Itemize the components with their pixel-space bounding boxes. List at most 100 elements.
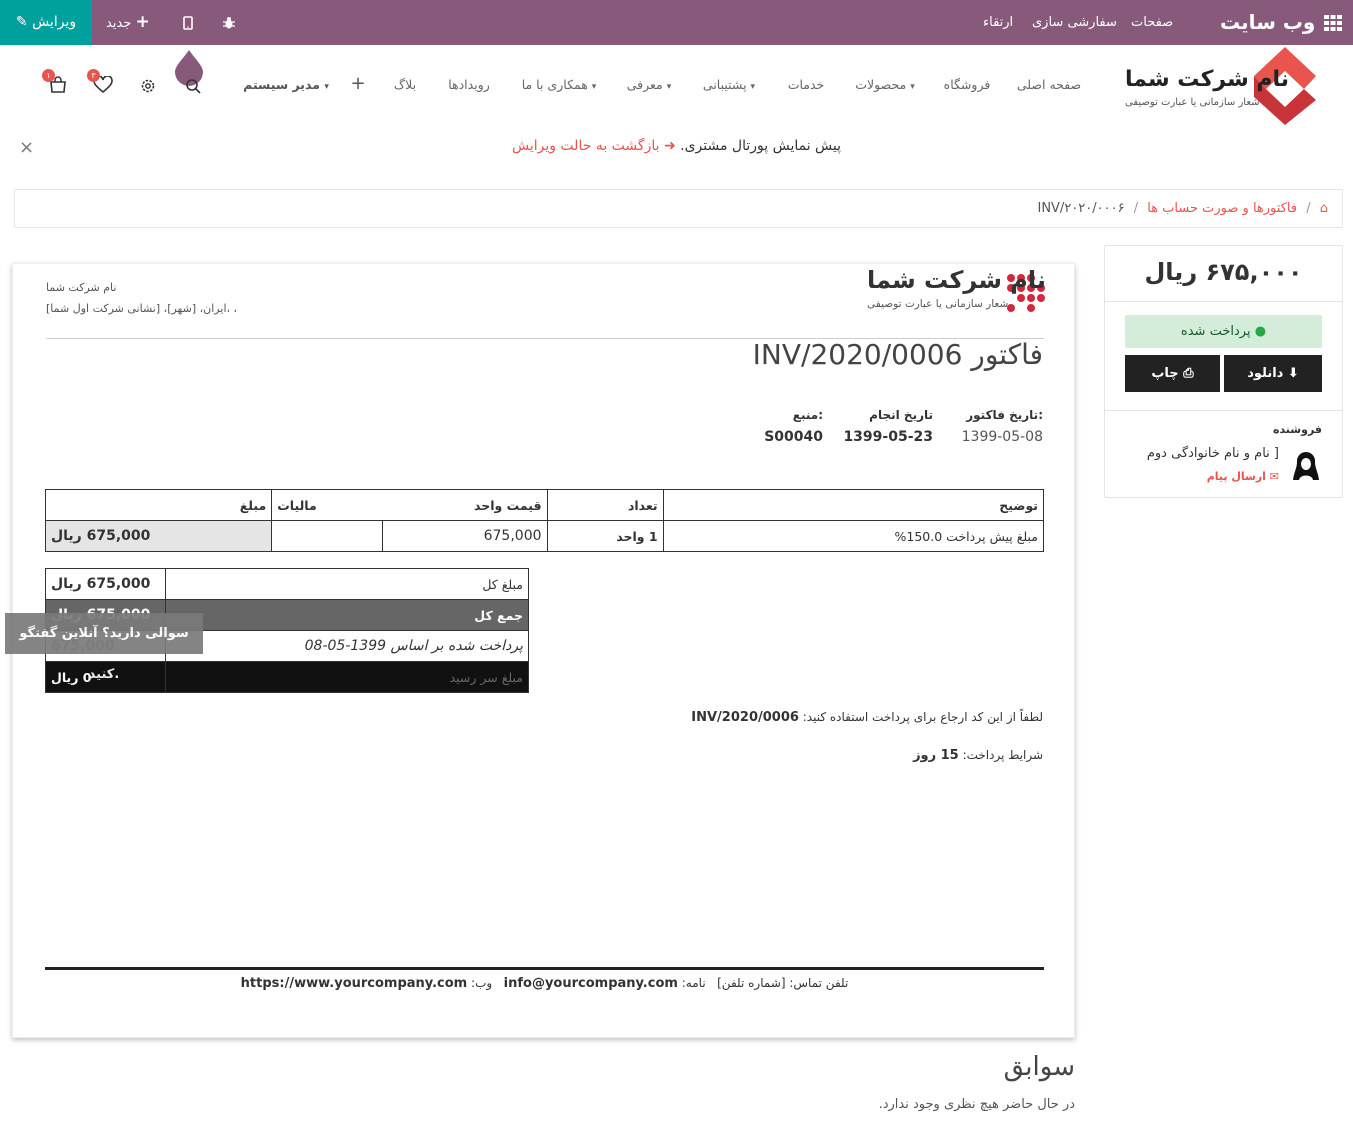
gear-icon[interactable] — [139, 77, 157, 99]
line-unit-price: 675,000 — [382, 520, 548, 552]
address-company: نام شرکت شما — [46, 281, 117, 294]
footer-web-label: وب: — [471, 976, 493, 990]
table-row: مبلغ پیش پرداخت 150.0% 1 واحد 675,000 67… — [44, 520, 1045, 552]
status-text: پرداخت شده — [1180, 324, 1251, 339]
send-message-link[interactable]: ✉ ارسال پیام — [1207, 470, 1279, 483]
caret-down-icon: ▾ — [591, 82, 597, 92]
portal-preview-banner: پیش نمایش پورتال مشتری. ➜ بازگشت به حالت… — [0, 138, 1353, 162]
user-menu[interactable]: مدیر سیستم ▾ — [243, 77, 329, 92]
search-icon[interactable] — [174, 50, 206, 100]
new-button[interactable]: جدید + — [106, 0, 150, 45]
nav-products-label: محصولات — [855, 77, 907, 92]
preview-text: پیش نمایش پورتال مشتری. — [680, 138, 842, 154]
website-title[interactable]: وب سایت — [1220, 0, 1315, 45]
line-amount: 675,000 ریال — [44, 520, 273, 552]
nav-support-label: پشتیبانی — [702, 77, 747, 92]
download-label: دانلود — [1247, 366, 1284, 381]
edit-label: ویرایش — [32, 14, 77, 30]
comments-icon: ✉ — [1269, 470, 1279, 483]
add-menu-plus-icon[interactable]: + — [350, 73, 365, 94]
avatar — [1291, 450, 1321, 486]
nav-services[interactable]: خدمات — [788, 77, 825, 92]
footer-phone: تلفن تماس: [شماره تلفن] — [717, 976, 849, 990]
payment-ref-label: لطفاً از این کد ارجاع برای پرداخت استفاد… — [802, 710, 1043, 724]
invoice-date: 1399-05-08 — [961, 429, 1043, 445]
breadcrumb-invoices-link[interactable]: فاکتورها و صورت حساب ها — [1147, 201, 1297, 216]
mobile-preview-icon[interactable] — [183, 0, 193, 45]
status-badge: ● پرداخت شده — [1125, 315, 1322, 348]
brand-tagline: شعار سازمانی یا عبارت توصیفی — [1125, 97, 1260, 108]
pencil-icon: ✎ — [15, 14, 28, 30]
home-icon[interactable]: ⌂ — [1320, 201, 1328, 216]
sidebar-amount: ۶۷۵,۰۰۰ ریال — [1144, 258, 1303, 286]
invoice-title: فاکتور INV/2020/0006 — [752, 338, 1043, 371]
paid-label: پرداخت شده بر اساس 1399-05-08 — [165, 630, 529, 662]
top-admin-bar: ✎ ویرایش جدید + ارتقاء سفارشی سازی صفحات… — [0, 0, 1353, 45]
subtotal-label: مبلغ کل — [165, 568, 529, 600]
nav-support[interactable]: پشتیبانی ▾ — [703, 77, 755, 92]
caret-down-icon: ▾ — [750, 82, 756, 92]
nav-jobs[interactable]: همکاری با ما ▾ — [522, 77, 597, 92]
line-taxes — [271, 520, 384, 552]
company-name: نام شرکت شما — [867, 266, 1046, 294]
due-date: 1399-05-23 — [843, 429, 933, 445]
live-chat-button[interactable]: سوالی دارید؟ آنلاین گفتگو کنید. — [5, 613, 203, 682]
apps-grid-icon[interactable] — [1324, 0, 1342, 45]
col-taxes: مالیات — [271, 489, 383, 521]
print-label: چاپ — [1151, 366, 1179, 381]
invoice-sidebar: ۶۷۵,۰۰۰ ریال ● پرداخت شده دانلود ⬇ چاپ ⎙… — [1104, 245, 1343, 498]
printer-icon: ⎙ — [1183, 366, 1194, 381]
download-button[interactable]: دانلود ⬇ — [1224, 355, 1322, 392]
nav-home[interactable]: صفحه اصلی — [1017, 77, 1081, 92]
nav-about[interactable]: معرفی ▾ — [627, 77, 672, 92]
new-label: جدید — [106, 16, 132, 31]
check-circle-icon: ● — [1254, 324, 1267, 339]
caret-down-icon: ▾ — [324, 82, 329, 92]
user-name: مدیر سیستم — [243, 77, 320, 92]
pages-menu[interactable]: صفحات — [1131, 0, 1173, 45]
nav-events[interactable]: رویدادها — [448, 77, 490, 92]
footer-email: info@yourcompany.com — [503, 976, 678, 991]
history-empty-text: در حال حاضر هیچ نظری وجود ندارد. — [878, 1097, 1075, 1112]
line-quantity: 1 واحد — [546, 520, 664, 552]
back-link-text: بازگشت به حالت ویرایش — [511, 138, 660, 154]
customize-menu[interactable]: سفارشی سازی — [1032, 0, 1117, 45]
cart-count-badge: ۱ — [42, 69, 55, 82]
payment-ref-value: INV/2020/0006 — [691, 710, 799, 725]
nav-products[interactable]: محصولات ▾ — [855, 77, 914, 92]
arrow-right-icon: ➜ — [663, 138, 676, 154]
debug-bug-icon[interactable] — [222, 0, 236, 45]
wishlist-count-badge: ۳ — [87, 69, 100, 82]
back-to-edit-link[interactable]: ➜ بازگشت به حالت ویرایش — [512, 138, 676, 154]
nav-shop[interactable]: فروشگاه — [944, 77, 991, 92]
footer-email-label: نامه: — [681, 976, 706, 990]
history-title: سوابق — [1003, 1052, 1075, 1082]
invoice-lines-table: توضیح تعداد قیمت واحد مالیات مبلغ مبلغ پ… — [44, 489, 1045, 552]
send-message-label: ارسال پیام — [1206, 470, 1266, 483]
upgrade-menu[interactable]: ارتقاء — [983, 0, 1013, 45]
source-label: منبع: — [792, 408, 823, 422]
amount-due-label: مبلغ سر رسید — [165, 661, 529, 693]
nav-jobs-label: همکاری با ما — [521, 77, 588, 92]
edit-button[interactable]: ✎ ویرایش — [0, 0, 92, 45]
brand-name: نام شرکت شما — [1125, 67, 1290, 92]
seller-label: فروشنده — [1272, 423, 1322, 436]
col-description: توضیح — [662, 489, 1045, 521]
invoice-footer: تلفن تماس: [شماره تلفن] نامه: info@yourc… — [13, 976, 1076, 991]
payment-reference: لطفاً از این کد ارجاع برای پرداخت استفاد… — [691, 710, 1043, 725]
plus-icon: + — [135, 12, 150, 32]
col-unit-price: قیمت واحد — [382, 489, 548, 521]
invoice-date-label: تاریخ فاکتور: — [966, 408, 1043, 422]
seller-name: [ نام و نام خانوادگی دوم — [1146, 446, 1279, 461]
print-button[interactable]: چاپ ⎙ — [1125, 355, 1220, 392]
source-value: S00040 — [764, 429, 823, 445]
breadcrumb: ⌂ / فاکتورها و صورت حساب ها / INV/۲۰۲۰/۰… — [14, 189, 1343, 228]
terms-value: 15 روز — [913, 748, 959, 763]
nav-blog[interactable]: بلاگ — [394, 77, 416, 92]
col-quantity: تعداد — [546, 489, 664, 521]
terms-label: شرایط پرداخت: — [962, 748, 1043, 762]
total-label: جمع کل — [165, 599, 529, 631]
footer-web: https://www.yourcompany.com — [240, 976, 468, 991]
download-icon: ⬇ — [1287, 366, 1299, 381]
subtotal-value: 675,000 ریال — [45, 568, 166, 600]
